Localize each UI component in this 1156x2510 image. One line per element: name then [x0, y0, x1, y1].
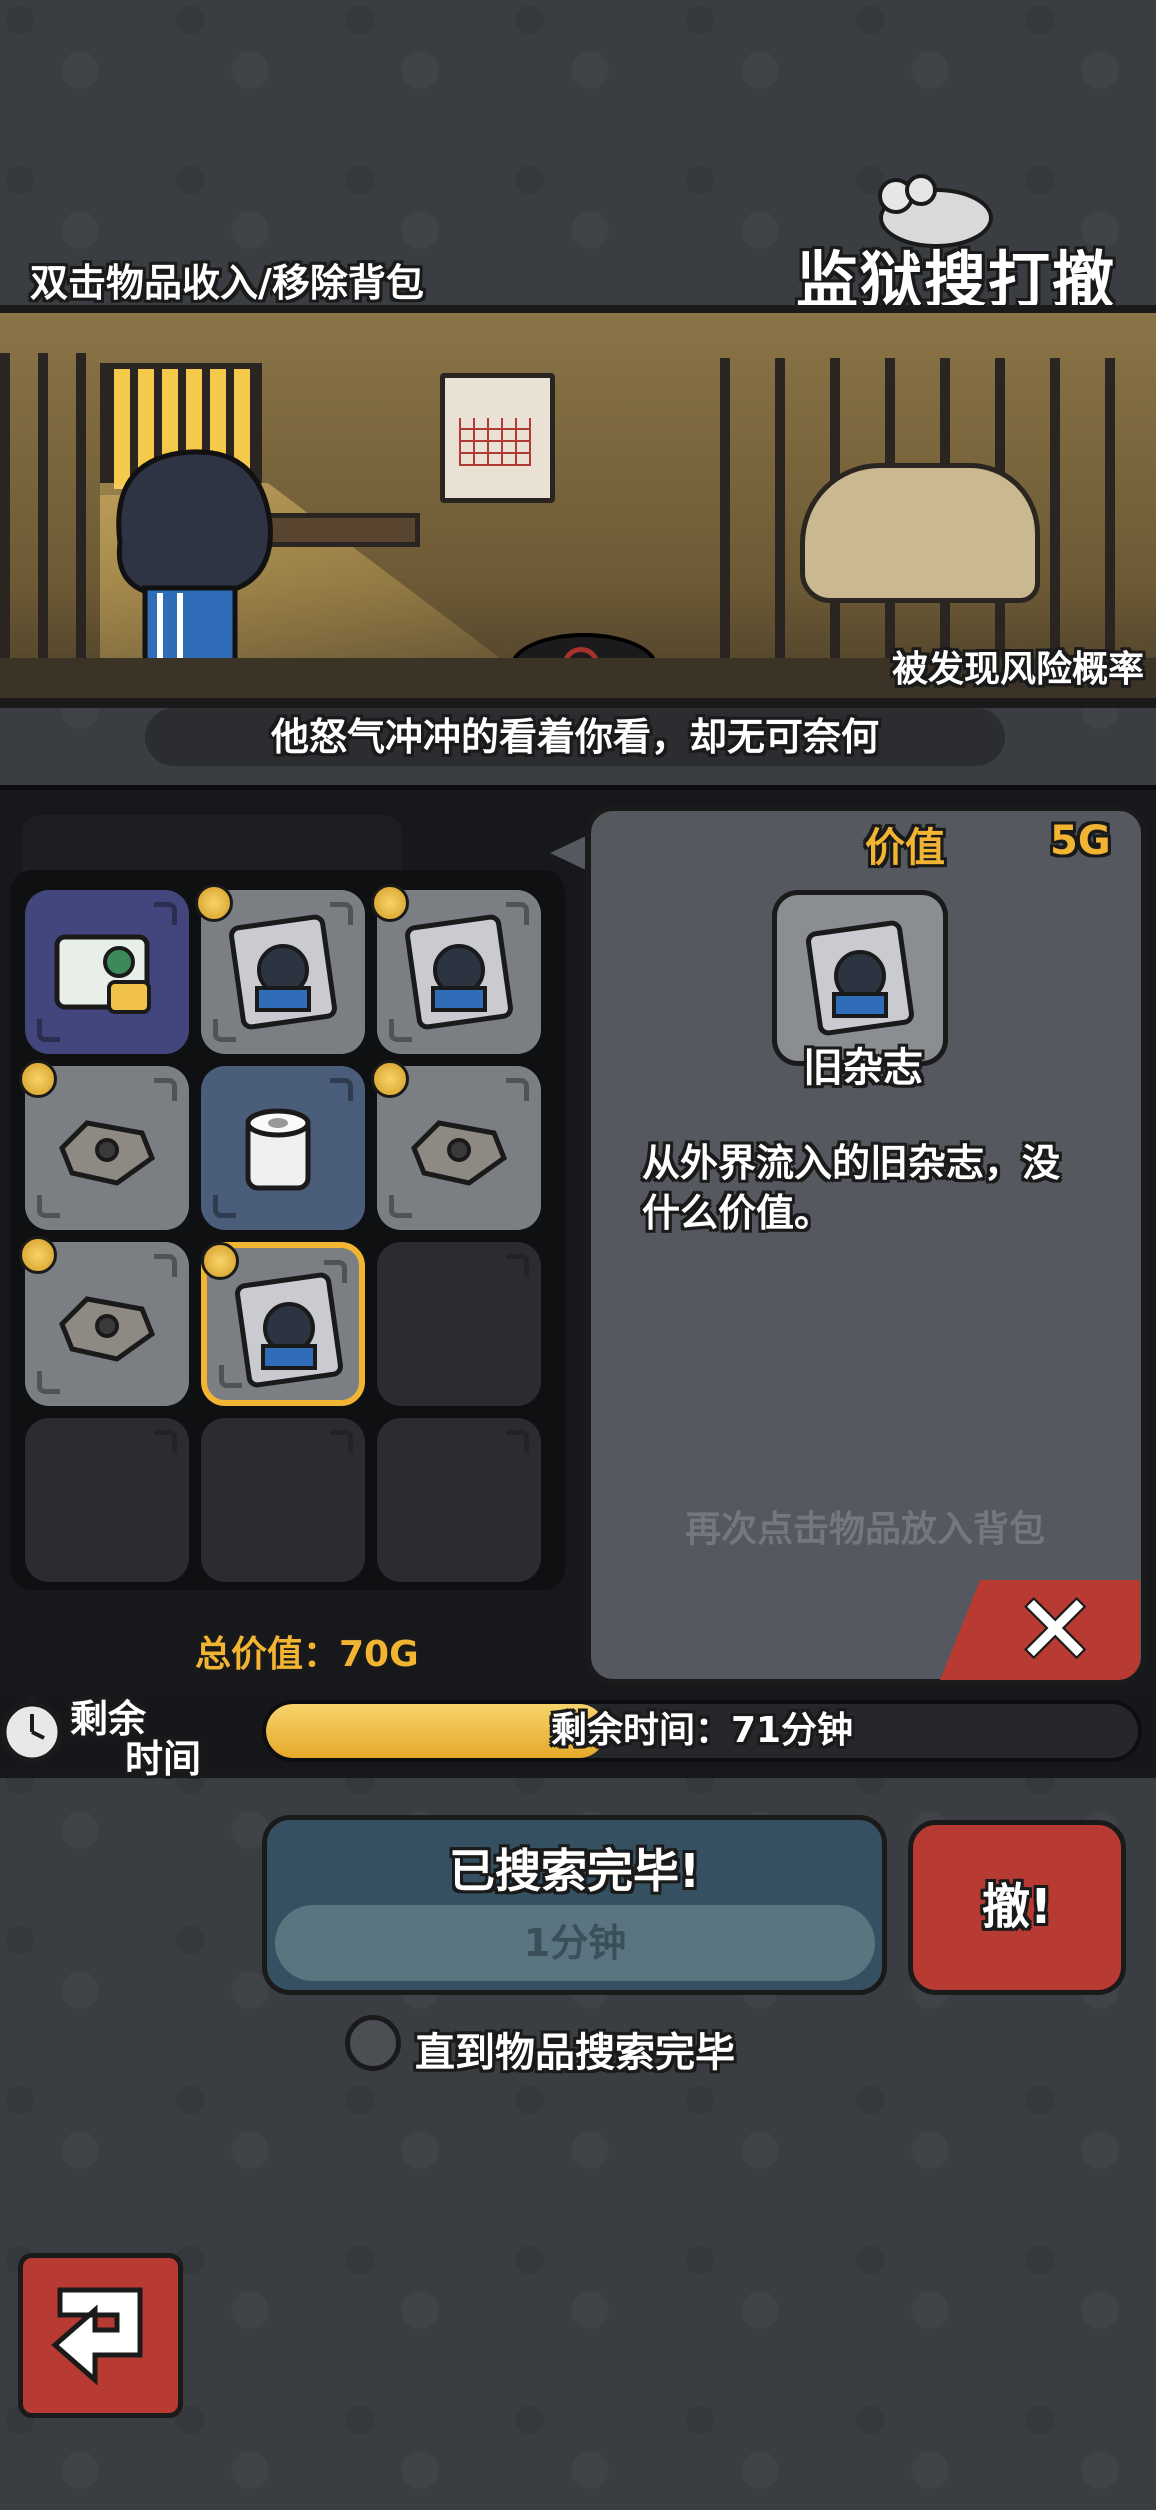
toilet-paper-icon — [245, 1108, 311, 1191]
wall-calendar — [440, 373, 555, 503]
search-duration-button[interactable]: 1分钟 — [275, 1905, 875, 1981]
slot-corner — [154, 1430, 177, 1453]
coin-icon — [195, 884, 233, 922]
time-label: 时间 — [125, 1737, 202, 1781]
time-remaining-text: 剩余时间：71分钟 — [550, 1710, 854, 1751]
empty-slot[interactable] — [25, 1418, 189, 1582]
until-done-label: 直到物品搜索完毕 — [415, 2030, 735, 2076]
coin-icon — [19, 1236, 57, 1274]
coin-icon — [19, 1060, 57, 1098]
dialogue-line: 他怒气冲冲的看着你看，却无可奈何 — [145, 708, 1005, 766]
magazine-icon — [229, 914, 337, 1030]
reclick-hint: 再次点击物品放入背包 — [684, 1509, 1045, 1550]
scrap-metal-icon — [59, 1120, 156, 1186]
detail-pointer — [550, 835, 588, 871]
total-value: 总价值：70G — [195, 1634, 419, 1675]
empty-slot[interactable] — [377, 1418, 541, 1582]
empty-slot[interactable] — [201, 1418, 365, 1582]
loot-slot[interactable] — [201, 1242, 365, 1406]
scrap-metal-icon — [59, 1296, 156, 1362]
hint-text: 双击物品收入/移除背包 — [30, 261, 424, 305]
loot-tab — [22, 815, 402, 875]
magazine-icon — [405, 914, 513, 1030]
item-description: 从外界流入的旧杂志，没什么价值。 — [642, 1141, 1061, 1235]
document-card-icon — [54, 934, 151, 1014]
coin-icon — [371, 884, 409, 922]
value-amount: 5G — [1050, 818, 1111, 864]
slot-corner — [506, 1254, 529, 1277]
search-status-title: 已搜索完毕! — [449, 1844, 700, 1898]
item-name: 旧杂志 — [803, 1045, 923, 1091]
escape-button[interactable]: 撤! — [908, 1820, 1126, 1995]
scrap-metal-icon — [411, 1120, 508, 1186]
loot-slot[interactable] — [19, 1236, 189, 1406]
detection-risk-label: 被发现风险概率 — [891, 649, 1144, 690]
back-button[interactable] — [18, 2253, 183, 2418]
cell-bars — [0, 353, 95, 663]
slot-corner — [330, 1430, 353, 1453]
until-done-checkbox[interactable] — [345, 2015, 401, 2071]
empty-slot[interactable] — [377, 1242, 541, 1406]
loot-slot[interactable] — [371, 884, 541, 1054]
return-arrow-icon — [51, 2287, 143, 2386]
stopwatch-icon — [1, 1696, 63, 1763]
close-icon: ✕ — [1015, 1574, 1096, 1686]
loot-slot[interactable] — [25, 890, 189, 1054]
coin-icon — [201, 1242, 239, 1280]
magazine-icon — [235, 1272, 343, 1388]
loot-slot[interactable] — [195, 884, 365, 1054]
value-label: 价值 — [865, 825, 945, 871]
player-character — [116, 449, 273, 673]
coin-icon — [371, 1060, 409, 1098]
sleeping-inmate — [800, 463, 1040, 603]
slot-corner — [506, 1430, 529, 1453]
